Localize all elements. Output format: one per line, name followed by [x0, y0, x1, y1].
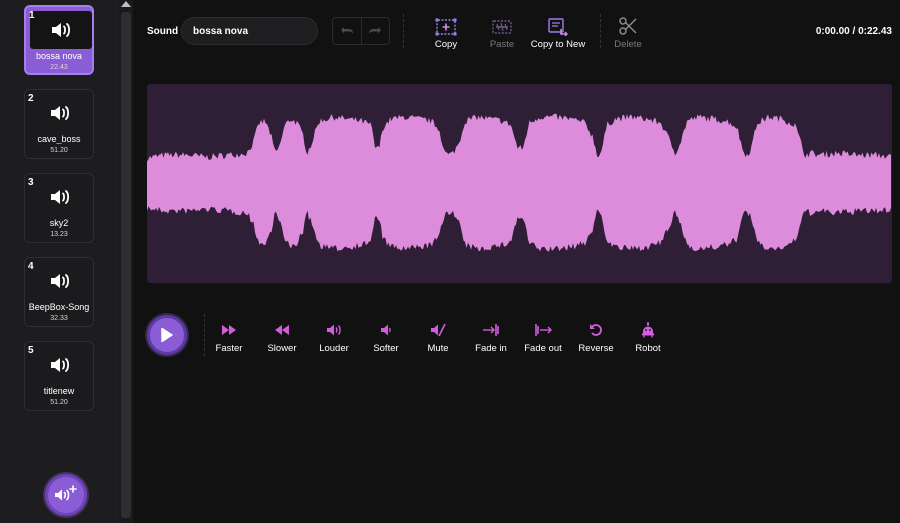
sound-thumbnail	[29, 346, 91, 384]
copy-label: Copy	[434, 39, 458, 50]
add-sound-icon	[55, 485, 77, 501]
paste-button[interactable]: Paste	[482, 16, 522, 50]
sound-index: 1	[29, 10, 35, 21]
sound-duration: 51.20	[50, 147, 68, 154]
copy-icon	[435, 18, 457, 36]
speaker-icon	[52, 23, 70, 37]
waveform-shape	[147, 113, 891, 252]
sound-name: sky2	[49, 218, 69, 228]
paste-label: Paste	[489, 39, 515, 50]
sound-index: 3	[28, 177, 34, 188]
undo-redo-group	[332, 17, 390, 45]
sound-duration: 32.33	[50, 315, 68, 322]
speaker-icon	[51, 274, 69, 288]
undo-icon	[340, 27, 353, 34]
copy-button[interactable]: Copy	[426, 16, 466, 50]
sound-tile-3[interactable]: 3 sky2 13.23	[24, 173, 94, 243]
rewind-icon	[275, 325, 289, 335]
sound-name: bossa nova	[35, 51, 83, 61]
sound-thumbnail	[30, 11, 92, 49]
sound-duration: 22.43	[50, 64, 68, 71]
sound-duration: 13.23	[50, 231, 68, 238]
effect-label: Mute	[427, 343, 449, 354]
sound-index: 4	[28, 261, 34, 272]
sound-name: titlenew	[43, 386, 75, 396]
effect-label: Robot	[635, 343, 661, 354]
fade-in-icon	[483, 324, 499, 336]
effect-faster-button[interactable]: Faster	[203, 322, 255, 354]
toolbar-divider	[600, 14, 601, 48]
sound-thumbnail	[29, 178, 91, 216]
sound-list-sidebar: 1 bossa nova 22.43 2 cave_boss 51.20 3 s…	[0, 0, 119, 523]
effect-softer-button[interactable]: Softer	[360, 322, 412, 354]
effect-robot-button[interactable]: Robot	[622, 322, 674, 354]
sound-thumbnail	[29, 262, 91, 300]
effect-label: Fade out	[524, 343, 562, 354]
paste-icon	[492, 20, 512, 34]
effect-fade-out-button[interactable]: Fade out	[517, 322, 569, 354]
sound-name: cave_boss	[37, 134, 81, 144]
volume-up-icon	[327, 324, 341, 336]
volume-down-icon	[381, 324, 391, 336]
fade-out-icon	[535, 324, 552, 336]
mute-icon	[431, 323, 446, 337]
effect-reverse-button[interactable]: Reverse	[570, 322, 622, 354]
effect-slower-button[interactable]: Slower	[256, 322, 308, 354]
effect-label: Louder	[319, 343, 349, 354]
sound-name-input[interactable]	[181, 17, 318, 45]
speaker-icon	[51, 106, 69, 120]
robot-icon	[642, 322, 654, 338]
toolbar-divider	[403, 14, 404, 48]
effect-louder-button[interactable]: Louder	[308, 322, 360, 354]
speaker-icon	[51, 190, 69, 204]
effect-label: Faster	[215, 343, 243, 354]
play-icon	[161, 327, 173, 343]
add-sound-button[interactable]	[45, 474, 87, 516]
delete-button[interactable]: Delete	[610, 16, 646, 50]
sound-name-label: Sound	[147, 26, 179, 37]
effect-label: Reverse	[578, 343, 614, 354]
waveform[interactable]	[147, 84, 892, 283]
reverse-icon	[590, 324, 602, 336]
redo-icon	[369, 27, 382, 34]
effect-label: Fade in	[475, 343, 507, 354]
sound-tile-5[interactable]: 5 titlenew 51.20	[24, 341, 94, 411]
sound-tile-4[interactable]: 4 BeepBox-Song 32.33	[24, 257, 94, 327]
copy-to-new-label: Copy to New	[530, 39, 586, 50]
sidebar-scrollbar[interactable]	[119, 0, 133, 523]
sound-duration: 51.20	[50, 399, 68, 406]
speaker-icon	[51, 358, 69, 372]
fast-forward-icon	[222, 325, 236, 335]
effect-mute-button[interactable]: Mute	[412, 322, 464, 354]
scissors-icon	[619, 17, 637, 35]
sound-index: 2	[28, 93, 34, 104]
redo-button[interactable]	[360, 18, 390, 44]
delete-label: Delete	[614, 39, 642, 50]
sound-index: 5	[28, 345, 34, 356]
sound-name: BeepBox-Song	[28, 302, 90, 312]
effect-fade-in-button[interactable]: Fade in	[465, 322, 517, 354]
sound-tile-2[interactable]: 2 cave_boss 51.20	[24, 89, 94, 159]
effect-label: Softer	[373, 343, 399, 354]
copy-to-new-button[interactable]: Copy to New	[530, 16, 586, 50]
sound-tile-1[interactable]: 1 bossa nova 22.43	[24, 5, 94, 75]
waveform-panel[interactable]	[147, 84, 892, 283]
scroll-thumb[interactable]	[121, 12, 131, 518]
scroll-up-icon[interactable]	[121, 1, 131, 7]
copy-to-new-icon	[548, 18, 568, 36]
sound-thumbnail	[29, 94, 91, 132]
undo-button[interactable]	[333, 18, 361, 44]
playback-time: 0:00.00 / 0:22.43	[815, 26, 892, 37]
effect-label: Slower	[267, 343, 297, 354]
play-button[interactable]	[147, 315, 187, 355]
